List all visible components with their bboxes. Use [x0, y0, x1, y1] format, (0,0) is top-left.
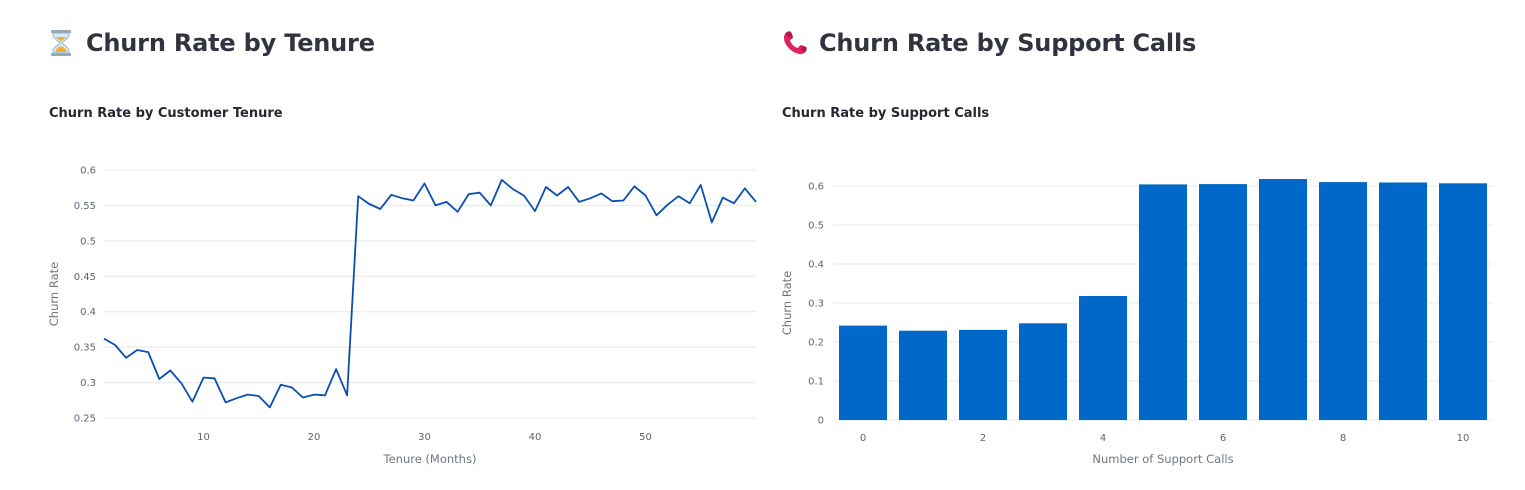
y-tick-label: 0.55	[74, 201, 96, 212]
x-tick-label: 30	[418, 432, 431, 443]
bar	[1259, 179, 1307, 420]
x-axis-label: Number of Support Calls	[1092, 452, 1233, 466]
y-tick-label: 0.3	[808, 299, 824, 310]
x-tick-label: 8	[1340, 433, 1346, 444]
bar	[1079, 296, 1127, 420]
support-calls-bar-chart: 0 0.1 0.2 0.3 0.4 0.5 0.6 0 2 4 6 8 10 Number of Supp…	[780, 179, 1493, 466]
x-tick-label: 6	[1220, 433, 1226, 444]
y-tick-label: 0.3	[80, 378, 96, 389]
y-tick-label: 0.5	[80, 236, 96, 247]
bar	[1439, 183, 1487, 420]
x-tick-label: 10	[1457, 433, 1470, 444]
x-tick-label: 2	[980, 433, 986, 444]
tenure-section: Churn Rate by Tenure Churn Rate by Custo…	[47, 0, 760, 490]
y-tick-label: 0.1	[808, 377, 824, 388]
bar	[1319, 182, 1367, 420]
bar	[959, 329, 1007, 420]
series-line	[103, 178, 757, 409]
bar	[1139, 184, 1187, 420]
bar	[1019, 323, 1067, 420]
x-tick-label: 40	[529, 432, 542, 443]
y-tick-label: 0.2	[808, 338, 824, 349]
tenure-line-chart: 0.25 0.3 0.35 0.4 0.45 0.5 0.55 0.6 10 20 30 40 50 Te…	[47, 166, 757, 466]
y-tick-label: 0.25	[74, 414, 96, 425]
y-tick-label: 0.6	[80, 166, 96, 177]
x-tick-label: 4	[1100, 433, 1106, 444]
x-tick-label: 0	[860, 433, 866, 444]
bar	[1199, 184, 1247, 420]
y-tick-label: 0.45	[74, 272, 96, 283]
x-tick-label: 50	[639, 432, 652, 443]
bar	[899, 330, 947, 420]
y-tick-label: 0.35	[74, 343, 96, 354]
support-calls-section: Churn Rate by Support Calls Churn Rate b…	[780, 0, 1493, 490]
y-tick-label: 0.4	[808, 260, 824, 271]
y-tick-label: 0.6	[808, 182, 824, 193]
y-tick-label: 0.5	[808, 221, 824, 232]
x-axis-label: Tenure (Months)	[383, 452, 477, 466]
y-tick-label: 0	[818, 416, 824, 427]
bar	[839, 325, 887, 420]
x-tick-label: 10	[197, 432, 210, 443]
y-tick-label: 0.4	[80, 307, 96, 318]
y-axis-label: Churn Rate	[780, 271, 794, 335]
x-tick-label: 20	[308, 432, 321, 443]
bar	[1379, 182, 1427, 420]
y-axis-label: Churn Rate	[47, 262, 61, 326]
